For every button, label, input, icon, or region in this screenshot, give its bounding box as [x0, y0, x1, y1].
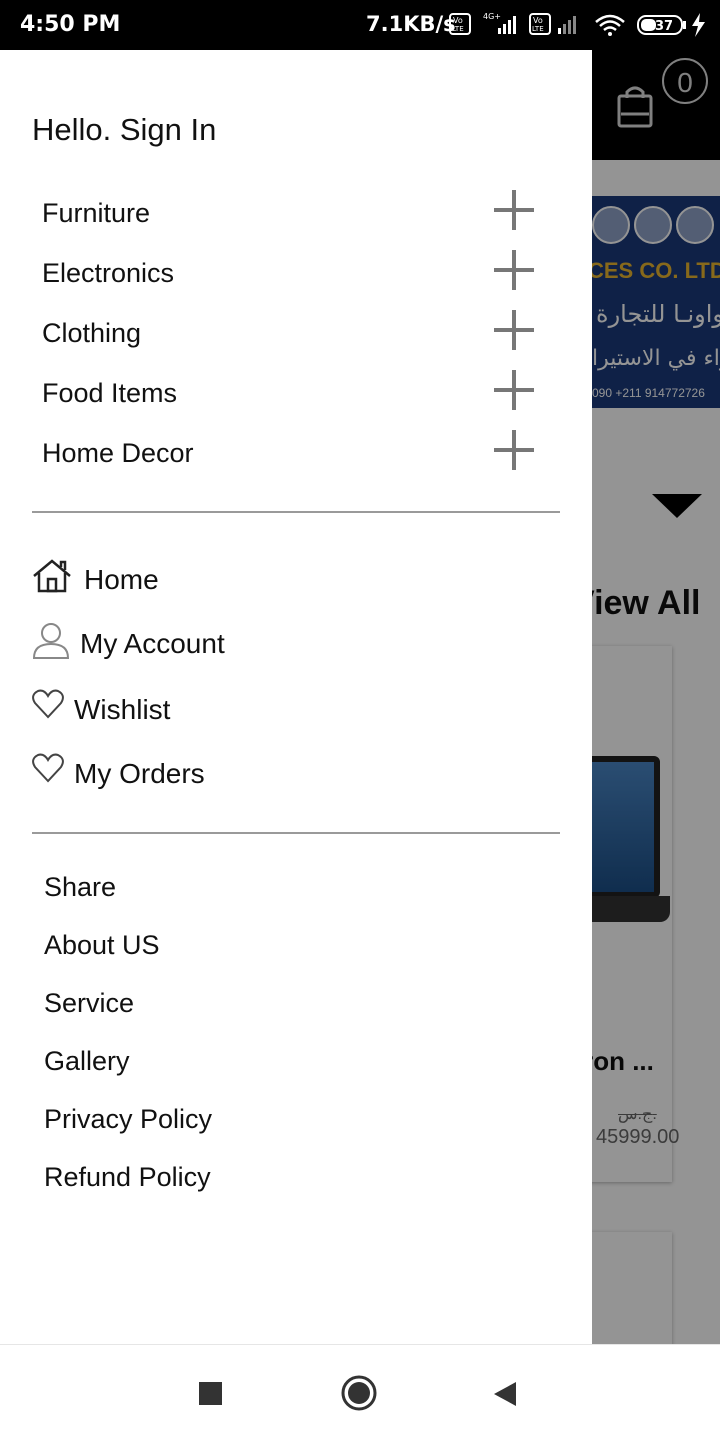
- charging-icon: [692, 13, 705, 37]
- category-electronics[interactable]: Electronics: [42, 250, 538, 302]
- wifi-icon: [595, 14, 625, 36]
- divider: [32, 511, 560, 513]
- navigation-drawer: Hello. Sign In Furniture Electronics Clo…: [0, 50, 592, 1344]
- 4g-signal-icon: 4G+: [483, 12, 516, 34]
- back-button[interactable]: [494, 1382, 516, 1406]
- category-label: Food Items: [42, 378, 178, 408]
- plus-icon[interactable]: [494, 190, 534, 230]
- svg-text:4G+: 4G+: [483, 12, 501, 21]
- user-icon: [32, 623, 70, 659]
- link-about-us[interactable]: About US: [44, 930, 160, 961]
- svg-text:LTE: LTE: [532, 25, 544, 33]
- link-gallery[interactable]: Gallery: [44, 1046, 130, 1077]
- svg-text:Vo: Vo: [533, 16, 543, 25]
- volte-icon: VoLTE: [529, 13, 551, 35]
- house-icon: [33, 559, 71, 593]
- signal-icon: [558, 16, 576, 34]
- link-privacy-policy[interactable]: Privacy Policy: [44, 1104, 212, 1135]
- plus-icon[interactable]: [494, 250, 534, 290]
- plus-icon[interactable]: [494, 430, 534, 470]
- category-label: Clothing: [42, 318, 142, 348]
- nav-label: My Account: [80, 628, 225, 659]
- plus-icon[interactable]: [494, 310, 534, 350]
- heart-icon: [32, 689, 64, 719]
- system-nav-bar: [0, 1344, 720, 1441]
- sign-in-greeting[interactable]: Hello. Sign In: [32, 112, 216, 148]
- network-speed: 7.1KB/s: [366, 12, 456, 36]
- heart-icon: [32, 753, 64, 783]
- svg-text:37: 37: [655, 19, 673, 34]
- link-refund-policy[interactable]: Refund Policy: [44, 1162, 211, 1193]
- category-clothing[interactable]: Clothing: [42, 310, 538, 362]
- category-label: Electronics: [42, 258, 175, 288]
- recents-button[interactable]: [199, 1382, 222, 1405]
- link-share[interactable]: Share: [44, 872, 116, 903]
- link-service[interactable]: Service: [44, 988, 134, 1019]
- category-furniture[interactable]: Furniture: [42, 190, 538, 242]
- home-button[interactable]: [340, 1374, 378, 1412]
- category-home-decor[interactable]: Home Decor: [42, 430, 538, 482]
- status-time: 4:50 PM: [20, 12, 121, 37]
- nav-label: My Orders: [74, 758, 205, 789]
- svg-text:Vo: Vo: [453, 16, 463, 25]
- status-icons: VoLTE 4G+ VoLTE 37: [449, 12, 705, 37]
- volte-icon: VoLTE: [449, 13, 471, 35]
- status-bar: 4:50 PM 7.1KB/s Vo LTE 4G+ Vo LTE 37: [0, 0, 720, 50]
- category-label: Home Decor: [42, 438, 194, 468]
- divider: [32, 832, 560, 834]
- nav-label: Home: [84, 564, 159, 595]
- category-label: Furniture: [42, 198, 151, 228]
- nav-label: Wishlist: [74, 694, 171, 725]
- category-food-items[interactable]: Food Items: [42, 370, 538, 422]
- svg-text:LTE: LTE: [452, 25, 464, 33]
- plus-icon[interactable]: [494, 370, 534, 410]
- battery-icon: 37: [637, 15, 686, 35]
